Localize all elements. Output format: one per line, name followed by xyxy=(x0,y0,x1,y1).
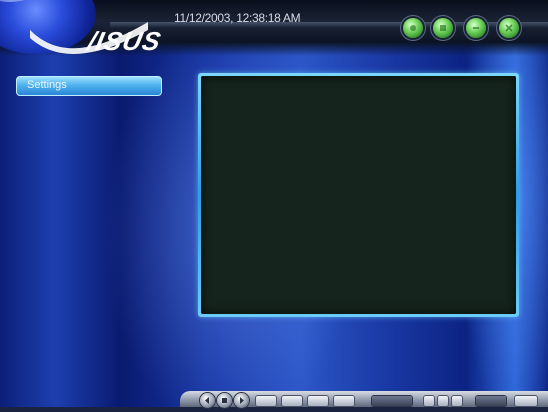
previous-icon xyxy=(205,397,209,404)
close-icon xyxy=(505,24,513,32)
stop-icon xyxy=(222,398,227,403)
home-button[interactable] xyxy=(403,18,423,38)
toolbar-button-2[interactable] xyxy=(282,396,302,406)
toolbar-small-button-1[interactable] xyxy=(424,396,434,406)
datetime-display: 11/12/2003, 12:38:18 AM xyxy=(174,11,301,25)
brand-logo: /ISUS xyxy=(84,26,165,56)
app-window: /ISUS 11/12/2003, 12:38:18 AM Settings xyxy=(0,0,548,412)
minimize-icon xyxy=(473,27,479,29)
toolbar-slider[interactable] xyxy=(372,396,412,406)
toolbar-end-button[interactable] xyxy=(515,396,537,406)
toolbar-small-button-3[interactable] xyxy=(452,396,462,406)
video-frame xyxy=(198,73,519,317)
close-button[interactable] xyxy=(499,18,519,38)
settings-button[interactable]: Settings xyxy=(16,76,162,96)
globe-highlight xyxy=(0,0,36,2)
toolbar-small-button-2[interactable] xyxy=(438,396,448,406)
previous-button[interactable] xyxy=(200,393,215,408)
toolbar-button-4[interactable] xyxy=(334,396,354,406)
bottom-strip xyxy=(0,407,548,412)
toolbar-button-3[interactable] xyxy=(308,396,328,406)
toolbar-button-1[interactable] xyxy=(256,396,276,406)
toolbar-status-field[interactable] xyxy=(476,396,506,406)
video-preview[interactable] xyxy=(201,76,516,314)
window-button[interactable] xyxy=(433,18,453,38)
stop-button[interactable] xyxy=(217,393,232,408)
minimize-button[interactable] xyxy=(466,18,486,38)
next-button[interactable] xyxy=(234,393,249,408)
next-icon xyxy=(240,397,244,404)
window-icon xyxy=(440,25,446,31)
home-icon xyxy=(410,25,416,31)
settings-label: Settings xyxy=(27,79,67,91)
